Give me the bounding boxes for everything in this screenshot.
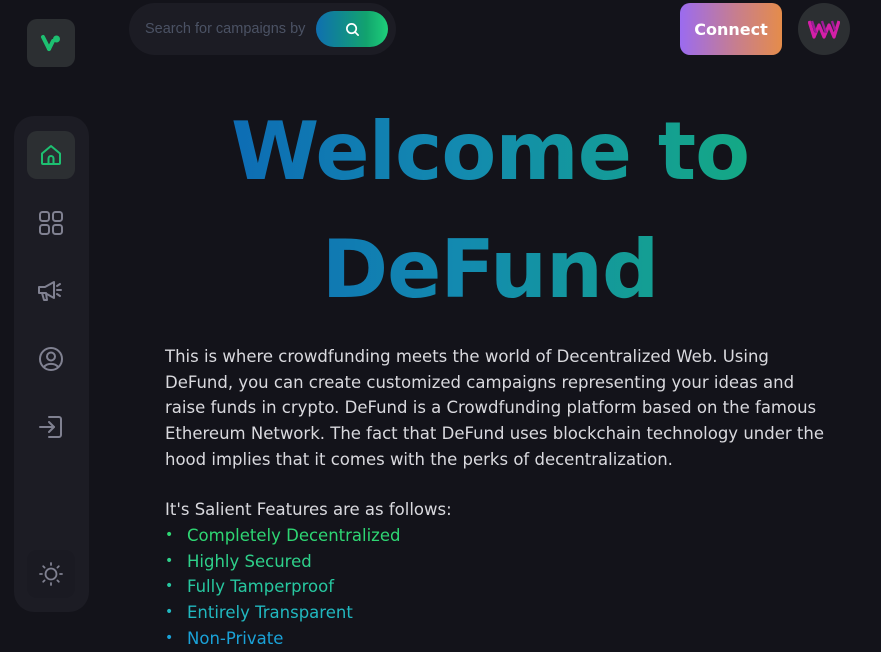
feature-label: Non-Private <box>187 628 284 648</box>
megaphone-icon <box>38 281 62 301</box>
avatar[interactable] <box>798 3 850 55</box>
hero-title-line1: Welcome to <box>230 105 750 198</box>
connect-wallet-button[interactable]: Connect <box>680 3 782 55</box>
theme-toggle[interactable] <box>27 550 75 598</box>
bullet-icon: • <box>165 578 174 595</box>
hero-title-line2: DeFund <box>321 223 659 316</box>
profile-logo-icon <box>808 20 840 39</box>
features-list: • Completely Decentralized • Highly Secured… <box>165 523 825 652</box>
search-input[interactable] <box>145 21 335 37</box>
app-logo[interactable] <box>27 19 75 67</box>
feature-label: Entirely Transparent <box>187 603 353 623</box>
search-button[interactable] <box>316 11 388 47</box>
bullet-icon: • <box>165 604 174 621</box>
intro-paragraph: This is where crowdfunding meets the wor… <box>165 347 824 469</box>
feature-item: • Completely Decentralized <box>165 523 825 549</box>
search-icon <box>345 22 359 36</box>
feature-item: • Entirely Transparent <box>165 600 825 626</box>
search-bar <box>129 3 396 55</box>
user-icon <box>39 347 63 371</box>
feature-item: • Fully Tamperproof <box>165 574 825 600</box>
sidebar-item-logout[interactable] <box>27 403 75 451</box>
bullet-icon: • <box>165 552 174 569</box>
hero-title: Welcome to DeFund <box>160 93 820 329</box>
feature-label: Fully Tamperproof <box>187 577 335 597</box>
sidebar <box>14 116 89 612</box>
feature-label: Completely Decentralized <box>187 526 401 545</box>
sidebar-item-profile[interactable] <box>27 335 75 383</box>
feature-item: • Highly Secured <box>165 549 825 575</box>
sidebar-item-home[interactable] <box>27 131 75 179</box>
sidebar-item-campaigns[interactable] <box>27 267 75 315</box>
brand-logo-icon <box>41 35 60 51</box>
bullet-icon: • <box>165 527 174 543</box>
logout-icon <box>39 416 62 438</box>
sidebar-item-dashboard[interactable] <box>27 199 75 247</box>
feature-label: Highly Secured <box>187 551 312 571</box>
features-heading: It's Salient Features are as follows: <box>165 500 452 519</box>
home-icon <box>41 145 61 165</box>
grid-icon <box>39 211 63 235</box>
sun-icon <box>39 562 63 586</box>
